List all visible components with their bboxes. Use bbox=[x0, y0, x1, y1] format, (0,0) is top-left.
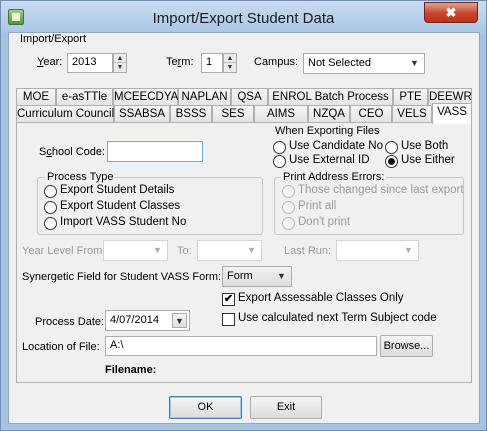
filename-label: Filename: bbox=[105, 364, 157, 376]
chevron-down-icon[interactable]: ▼ bbox=[244, 243, 259, 258]
last-run-select[interactable]: ▼ bbox=[336, 240, 419, 261]
synergetic-field-label: Synergetic Field for Student VASS Form: bbox=[22, 271, 222, 283]
import-vass-student-no-label: Import VASS Student No bbox=[60, 216, 187, 228]
dont-print-radio[interactable] bbox=[282, 217, 295, 230]
tab-naplan[interactable]: NAPLAN bbox=[178, 88, 231, 106]
year-level-from-label: Year Level From: bbox=[22, 245, 106, 257]
tab-pte[interactable]: PTE bbox=[393, 88, 428, 106]
campus-label: Campus: bbox=[254, 56, 299, 68]
chevron-down-icon[interactable]: ▼ bbox=[407, 56, 422, 71]
import-vass-student-no-radio[interactable] bbox=[44, 217, 57, 230]
export-assessable-label: Export Assessable Classes Only bbox=[238, 292, 404, 304]
tab-ceo[interactable]: CEO bbox=[350, 105, 392, 123]
school-code-input[interactable] bbox=[107, 141, 203, 162]
tab-vass[interactable]: VASS bbox=[432, 103, 472, 124]
dialog-client-area: Import/Export Year: 2013 ▲ ▼ Term: 1 ▲ ▼… bbox=[8, 32, 480, 424]
export-student-classes-radio[interactable] bbox=[44, 201, 57, 214]
use-candidate-no-label: Use Candidate No bbox=[289, 140, 383, 152]
spin-down-icon[interactable]: ▼ bbox=[114, 63, 126, 72]
tab-aims[interactable]: AIMS bbox=[254, 105, 308, 123]
chevron-down-icon[interactable]: ▼ bbox=[274, 269, 289, 284]
term-spinner[interactable]: ▲ ▼ bbox=[223, 53, 237, 73]
term-label: Term: bbox=[166, 56, 194, 68]
title-bar: Import/Export Student Data ✖ bbox=[1, 1, 486, 35]
process-type-legend: Process Type bbox=[45, 171, 116, 183]
window-title: Import/Export Student Data bbox=[152, 10, 335, 27]
year-level-from-select[interactable]: ▼ bbox=[103, 240, 168, 261]
last-run-label: Last Run: bbox=[284, 245, 332, 257]
use-either-radio[interactable] bbox=[385, 155, 398, 168]
use-either-label: Use Either bbox=[401, 154, 455, 166]
tab-e-asttle[interactable]: e-asTTle bbox=[56, 88, 113, 106]
use-both-label: Use Both bbox=[401, 140, 449, 152]
export-student-details-label: Export Student Details bbox=[60, 184, 175, 196]
year-level-to-select[interactable]: ▼ bbox=[197, 240, 262, 261]
close-button[interactable]: ✖ bbox=[424, 2, 478, 23]
chevron-down-icon[interactable]: ▼ bbox=[150, 243, 165, 258]
spin-up-icon[interactable]: ▲ bbox=[224, 54, 236, 63]
location-of-file-label: Location of File: bbox=[22, 341, 100, 353]
tab-ses[interactable]: SES bbox=[212, 105, 254, 123]
calendar-dropdown-icon[interactable]: ▼ bbox=[172, 313, 187, 328]
tab-row-2: Curriculum Council SSABSA BSSS SES AIMS … bbox=[16, 103, 472, 124]
use-both-radio[interactable] bbox=[385, 141, 398, 154]
tab-mceecdya[interactable]: MCEECDYA bbox=[113, 88, 178, 106]
tab-qsa[interactable]: QSA bbox=[231, 88, 268, 106]
print-all-label: Print all bbox=[298, 200, 337, 212]
export-student-classes-label: Export Student Classes bbox=[60, 200, 181, 212]
tab-bsss[interactable]: BSSS bbox=[170, 105, 212, 123]
dont-print-label: Don't print bbox=[298, 216, 351, 228]
school-code-label: School Code: bbox=[39, 146, 106, 158]
year-input[interactable]: 2013 bbox=[67, 53, 113, 73]
year-label: Year: bbox=[37, 56, 63, 68]
synergetic-field-select[interactable]: Form ▼ bbox=[222, 266, 292, 287]
those-changed-radio[interactable] bbox=[282, 185, 295, 198]
spin-up-icon[interactable]: ▲ bbox=[114, 54, 126, 63]
spin-down-icon[interactable]: ▼ bbox=[224, 63, 236, 72]
those-changed-label: Those changed since last export bbox=[298, 184, 464, 196]
import-export-legend: Import/Export bbox=[18, 33, 89, 45]
browse-button[interactable]: Browse... bbox=[380, 335, 433, 357]
chevron-down-icon[interactable]: ▼ bbox=[401, 243, 416, 258]
use-external-id-radio[interactable] bbox=[273, 155, 286, 168]
synergetic-field-value: Form bbox=[227, 270, 253, 282]
print-address-errors-legend: Print Address Errors: bbox=[281, 171, 387, 183]
process-date-picker[interactable]: 4/07/2014 ▼ bbox=[105, 310, 190, 331]
ok-button[interactable]: OK bbox=[169, 396, 242, 419]
print-all-radio[interactable] bbox=[282, 201, 295, 214]
use-calculated-checkbox[interactable] bbox=[222, 313, 235, 326]
tab-enrol-batch-process[interactable]: ENROL Batch Process bbox=[268, 88, 393, 106]
year-spinner[interactable]: ▲ ▼ bbox=[113, 53, 127, 73]
export-student-details-radio[interactable] bbox=[44, 185, 57, 198]
tab-moe[interactable]: MOE bbox=[16, 88, 56, 106]
when-exporting-legend: When Exporting Files bbox=[273, 125, 382, 137]
campus-selected-value: Not Selected bbox=[308, 57, 371, 69]
use-calculated-label: Use calculated next Term Subject code bbox=[238, 312, 437, 324]
location-of-file-input[interactable]: A:\ bbox=[105, 336, 377, 356]
tab-nzqa[interactable]: NZQA bbox=[308, 105, 350, 123]
term-input[interactable]: 1 bbox=[201, 53, 223, 73]
process-date-label: Process Date: bbox=[35, 316, 105, 328]
exit-button[interactable]: Exit bbox=[250, 396, 322, 419]
to-label: To: bbox=[177, 245, 192, 257]
tab-ssabsa[interactable]: SSABSA bbox=[114, 105, 170, 123]
export-assessable-checkbox[interactable]: ✔ bbox=[222, 293, 235, 306]
use-external-id-label: Use External ID bbox=[289, 154, 370, 166]
tab-curriculum-council[interactable]: Curriculum Council bbox=[16, 105, 114, 123]
use-candidate-no-radio[interactable] bbox=[273, 141, 286, 154]
process-date-value: 4/07/2014 bbox=[110, 314, 159, 326]
campus-select[interactable]: Not Selected ▼ bbox=[303, 53, 425, 74]
dialog-window: Import/Export Student Data ✖ Import/Expo… bbox=[0, 0, 487, 431]
tab-row-1: MOE e-asTTle MCEECDYA NAPLAN QSA ENROL B… bbox=[16, 88, 472, 106]
tab-vels[interactable]: VELS bbox=[392, 105, 432, 123]
